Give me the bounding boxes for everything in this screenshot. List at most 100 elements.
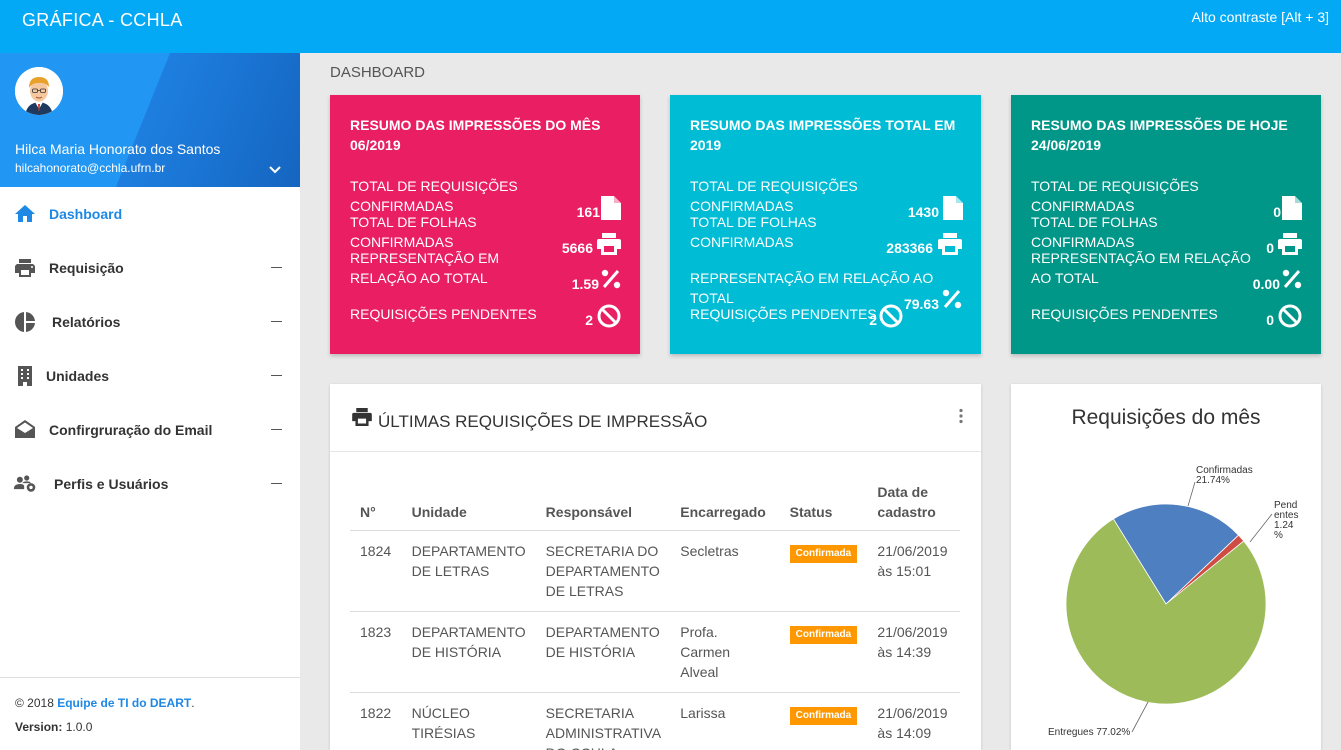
status-badge: Confirmada (789, 626, 858, 644)
request-date: 21/06/2019 às 14:39 (867, 611, 960, 693)
more-vert-icon[interactable] (958, 408, 964, 424)
summary-card-today: RESUMO DAS IMPRESSÕES DE HOJE 24/06/2019… (1011, 95, 1321, 354)
column-header: Status (779, 474, 868, 531)
sidebar-menu: Dashboard Requisição Relatórios Unidades… (0, 187, 300, 511)
chevron-down-icon[interactable] (268, 165, 282, 175)
ban-icon (879, 304, 903, 328)
confirmed-sheets-value: 0 (1266, 240, 1274, 256)
collapse-indicator (271, 429, 282, 430)
sidebar-item-label: Requisição (49, 260, 124, 276)
ratio-label: REPRESENTAÇÃO EM RELAÇÃO AO TOTAL (350, 250, 500, 286)
sidebar-footer: © 2018 Equipe de TI do DEART. Version: 1… (0, 677, 300, 750)
breadcrumb: DASHBOARD (330, 64, 426, 81)
confirmed-sheets-label: TOTAL DE FOLHAS CONFIRMADAS (350, 214, 477, 250)
card-title: RESUMO DAS IMPRESSÕES DO MÊS 06/2019 (350, 117, 601, 153)
request-date: 21/06/2019 às 14:09 (867, 692, 960, 750)
sidebar-item-perfis-usuarios[interactable]: Perfis e Usuários (0, 457, 300, 511)
sidebar: Hilca Maria Honorato dos Santos hilcahon… (0, 53, 300, 750)
printer-icon (352, 408, 372, 426)
ban-icon (1278, 304, 1302, 328)
sidebar-item-requisicao[interactable]: Requisição (0, 241, 300, 295)
confirmed-requests-label: TOTAL DE REQUISIÇÕES CONFIRMADAS (1031, 178, 1199, 214)
confirmed-requests-value: 1430 (907, 204, 939, 220)
table-row[interactable]: 1822 NÚCLEO TIRÉSIAS SECRETARIA ADMINIST… (350, 692, 960, 750)
request-handler: Profa. Carmen Alveal (670, 611, 780, 693)
request-responsible: DEPARTAMENTO DE HISTÓRIA (535, 611, 671, 693)
pending-value: 0 (1266, 312, 1274, 328)
file-icon (943, 196, 963, 220)
copyright-dot: . (191, 696, 195, 710)
confirmed-sheets-value: 5666 (561, 240, 593, 256)
pie-label-leader (1187, 481, 1196, 507)
monthly-requests-chart-panel: Requisições do mês Confirmadas 21.74% Pend… (1011, 384, 1321, 750)
request-number: 1824 (350, 530, 402, 612)
request-date: 21/06/2019 às 15:01 (867, 530, 960, 612)
ratio-value: 1.59 (571, 276, 599, 292)
latest-requests-panel: ÚLTIMAS REQUISIÇÕES DE IMPRESSÃO N° Unid… (330, 384, 981, 750)
copyright: © 2018 Equipe de TI do DEART. (15, 696, 195, 710)
pending-label: REQUISIÇÕES PENDENTES (350, 306, 537, 322)
team-link[interactable]: Equipe de TI do DEART (57, 696, 191, 710)
ban-icon (597, 304, 621, 328)
printer-icon (15, 259, 35, 277)
request-responsible: SECRETARIA DO DEPARTAMENTO DE LETRAS (535, 530, 671, 612)
card-title: RESUMO DAS IMPRESSÕES TOTAL EM 2019 (690, 117, 956, 153)
envelope-icon (15, 420, 35, 438)
version-number: 1.0.0 (65, 720, 93, 734)
sidebar-item-label: Dashboard (49, 206, 123, 222)
column-header: Encarregado (670, 474, 780, 531)
sidebar-item-label: Confirgruração do Email (49, 422, 213, 438)
ratio-value: 0.00 (1252, 276, 1280, 292)
high-contrast-toggle[interactable]: Alto contraste [Alt + 3] (1192, 9, 1329, 25)
ratio-value: 79.63 (903, 296, 939, 312)
printer-icon (1278, 233, 1302, 255)
request-status-cell: Confirmada (779, 611, 868, 693)
collapse-indicator (271, 483, 282, 484)
status-badge: Confirmada (789, 545, 858, 563)
confirmed-requests-value: 0 (1273, 204, 1281, 220)
table-row[interactable]: 1823 DEPARTAMENTO DE HISTÓRIA DEPARTAMEN… (350, 611, 960, 693)
panel-title: ÚLTIMAS REQUISIÇÕES DE IMPRESSÃO (378, 412, 708, 431)
request-status-cell: Confirmada (779, 530, 868, 612)
sidebar-item-dashboard[interactable]: Dashboard (0, 187, 300, 241)
users-gear-icon (13, 475, 36, 492)
confirmed-sheets-label: TOTAL DE FOLHAS CONFIRMADAS (690, 214, 817, 250)
pie-chart-icon (15, 312, 35, 332)
pending-value: 2 (585, 312, 593, 328)
summary-card-year: RESUMO DAS IMPRESSÕES TOTAL EM 2019 TOTA… (670, 95, 981, 354)
pending-value: 2 (869, 312, 877, 328)
request-number: 1822 (350, 692, 402, 750)
sidebar-item-relatorios[interactable]: Relatórios (0, 295, 300, 349)
pie-label-leader (1249, 513, 1273, 543)
version-info: Version: 1.0.0 (15, 720, 92, 734)
pie-slice-label: Confirmadas 21.74% (1196, 465, 1253, 486)
app-title[interactable]: GRÁFICA - CCHLA (22, 10, 183, 31)
request-unit: DEPARTAMENTO DE HISTÓRIA (401, 611, 536, 693)
table-row[interactable]: 1824 DEPARTAMENTO DE LETRAS SECRETARIA D… (350, 530, 960, 612)
column-header: Data de cadastro (867, 474, 960, 531)
pending-label: REQUISIÇÕES PENDENTES (1031, 306, 1218, 322)
request-unit: NÚCLEO TIRÉSIAS (401, 692, 536, 750)
user-email: hilcahonorato@cchla.ufrn.br (15, 161, 166, 175)
confirmed-sheets-value: 283366 (886, 240, 933, 256)
sidebar-item-unidades[interactable]: Unidades (0, 349, 300, 403)
request-handler: Larissa (670, 692, 780, 750)
pie-slice-label: Entregues 77.02% (1048, 727, 1130, 738)
panel-header: ÚLTIMAS REQUISIÇÕES DE IMPRESSÃO (330, 384, 981, 452)
sidebar-item-label: Perfis e Usuários (54, 476, 169, 492)
printer-icon (597, 233, 621, 255)
sidebar-item-label: Relatórios (52, 314, 121, 330)
request-responsible: SECRETARIA ADMINISTRATIVA DO CCHLA (535, 692, 671, 750)
sidebar-item-email-config[interactable]: Confirgruração do Email (0, 403, 300, 457)
percent-icon (601, 269, 621, 289)
building-icon (18, 366, 32, 386)
request-status-cell: Confirmada (779, 692, 868, 750)
requests-table: N° Unidade Responsável Encarregado Statu… (350, 474, 960, 750)
card-title: RESUMO DAS IMPRESSÕES DE HOJE 24/06/2019 (1031, 117, 1288, 153)
table-header-row: N° Unidade Responsável Encarregado Statu… (350, 474, 960, 531)
request-number: 1823 (350, 611, 402, 693)
avatar (15, 67, 63, 115)
version-label: Version: (15, 720, 63, 734)
column-header: N° (350, 474, 402, 531)
file-icon (601, 196, 621, 220)
